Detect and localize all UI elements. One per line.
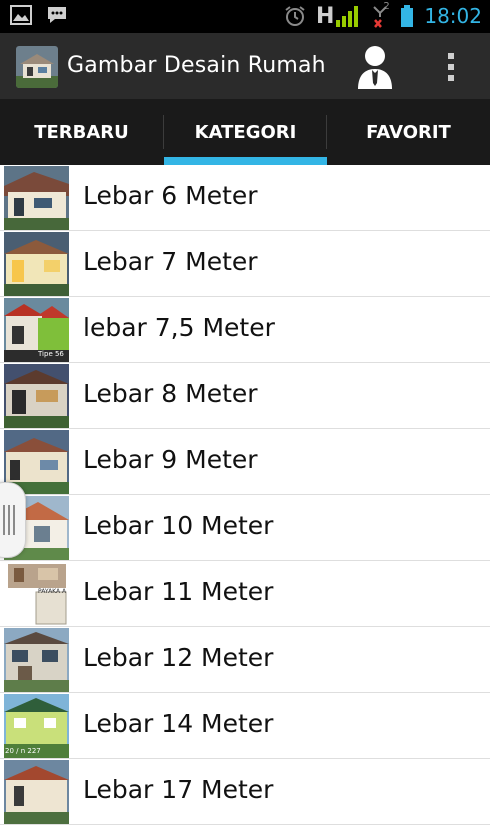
- profile-icon[interactable]: [355, 43, 395, 91]
- action-bar: Gambar Desain Rumah: [0, 33, 490, 99]
- tab-terbaru[interactable]: TERBARU: [0, 99, 163, 165]
- clock-time: 18:02: [424, 4, 482, 28]
- tab-bar: TERBARU KATEGORI FAVORIT: [0, 99, 490, 165]
- thumb-caption: Tipe 56: [38, 350, 64, 358]
- thumb-caption: PAYAKA A: [38, 588, 67, 595]
- selected-tab-indicator: [164, 157, 327, 165]
- category-label: Lebar 10 Meter: [83, 511, 274, 540]
- status-bar: H 2 18:02: [0, 0, 490, 33]
- category-label: lebar 7,5 Meter: [83, 313, 275, 342]
- house-thumbnail: PAYAKA A: [4, 562, 69, 626]
- tab-favorit[interactable]: FAVORIT: [327, 99, 490, 165]
- list-item[interactable]: Lebar 8 Meter: [0, 363, 490, 429]
- battery-icon: [400, 4, 414, 28]
- tab-kategori[interactable]: KATEGORI: [164, 99, 327, 165]
- list-item[interactable]: 20 / n 227 Lebar 14 Meter: [0, 693, 490, 759]
- list-item[interactable]: Lebar 17 Meter: [0, 759, 490, 825]
- list-item[interactable]: Lebar 6 Meter: [0, 165, 490, 231]
- list-item[interactable]: PAYAKA A Lebar 11 Meter: [0, 561, 490, 627]
- app-title: Gambar Desain Rumah: [67, 53, 326, 78]
- category-label: Lebar 6 Meter: [83, 181, 258, 210]
- thumb-caption: 20 / n 227: [5, 747, 41, 755]
- house-thumbnail: [4, 232, 69, 296]
- category-list[interactable]: Lebar 6 Meter Lebar 7 Meter Tipe 56 leba…: [0, 165, 490, 825]
- no-signal-sim2-icon: 2: [370, 1, 390, 29]
- list-item[interactable]: Lebar 12 Meter: [0, 627, 490, 693]
- app-logo-icon[interactable]: [16, 46, 58, 88]
- list-item[interactable]: Tipe 56 lebar 7,5 Meter: [0, 297, 490, 363]
- category-label: Lebar 9 Meter: [83, 445, 258, 474]
- category-label: Lebar 14 Meter: [83, 709, 274, 738]
- house-thumbnail: [4, 760, 69, 824]
- list-item[interactable]: Lebar 9 Meter: [0, 429, 490, 495]
- category-label: Lebar 7 Meter: [83, 247, 258, 276]
- house-thumbnail: Tipe 56: [4, 298, 69, 362]
- category-label: Lebar 12 Meter: [83, 643, 274, 672]
- list-item[interactable]: Lebar 7 Meter: [0, 231, 490, 297]
- category-label: Lebar 11 Meter: [83, 577, 274, 606]
- gallery-notification-icon: [10, 5, 32, 25]
- sim2-label: 2: [383, 1, 390, 12]
- house-thumbnail: [4, 166, 69, 230]
- house-thumbnail: [4, 364, 69, 428]
- house-thumbnail: [4, 628, 69, 692]
- overflow-menu-icon[interactable]: [440, 47, 462, 87]
- signal-icon: H: [316, 4, 360, 28]
- house-thumbnail: 20 / n 227: [4, 694, 69, 758]
- fast-scroll-handle[interactable]: [0, 482, 26, 558]
- network-type-label: H: [315, 4, 335, 29]
- category-label: Lebar 8 Meter: [83, 379, 258, 408]
- chat-notification-icon: [46, 5, 68, 25]
- list-item[interactable]: Lebar 10 Meter: [0, 495, 490, 561]
- alarm-icon: [284, 5, 306, 27]
